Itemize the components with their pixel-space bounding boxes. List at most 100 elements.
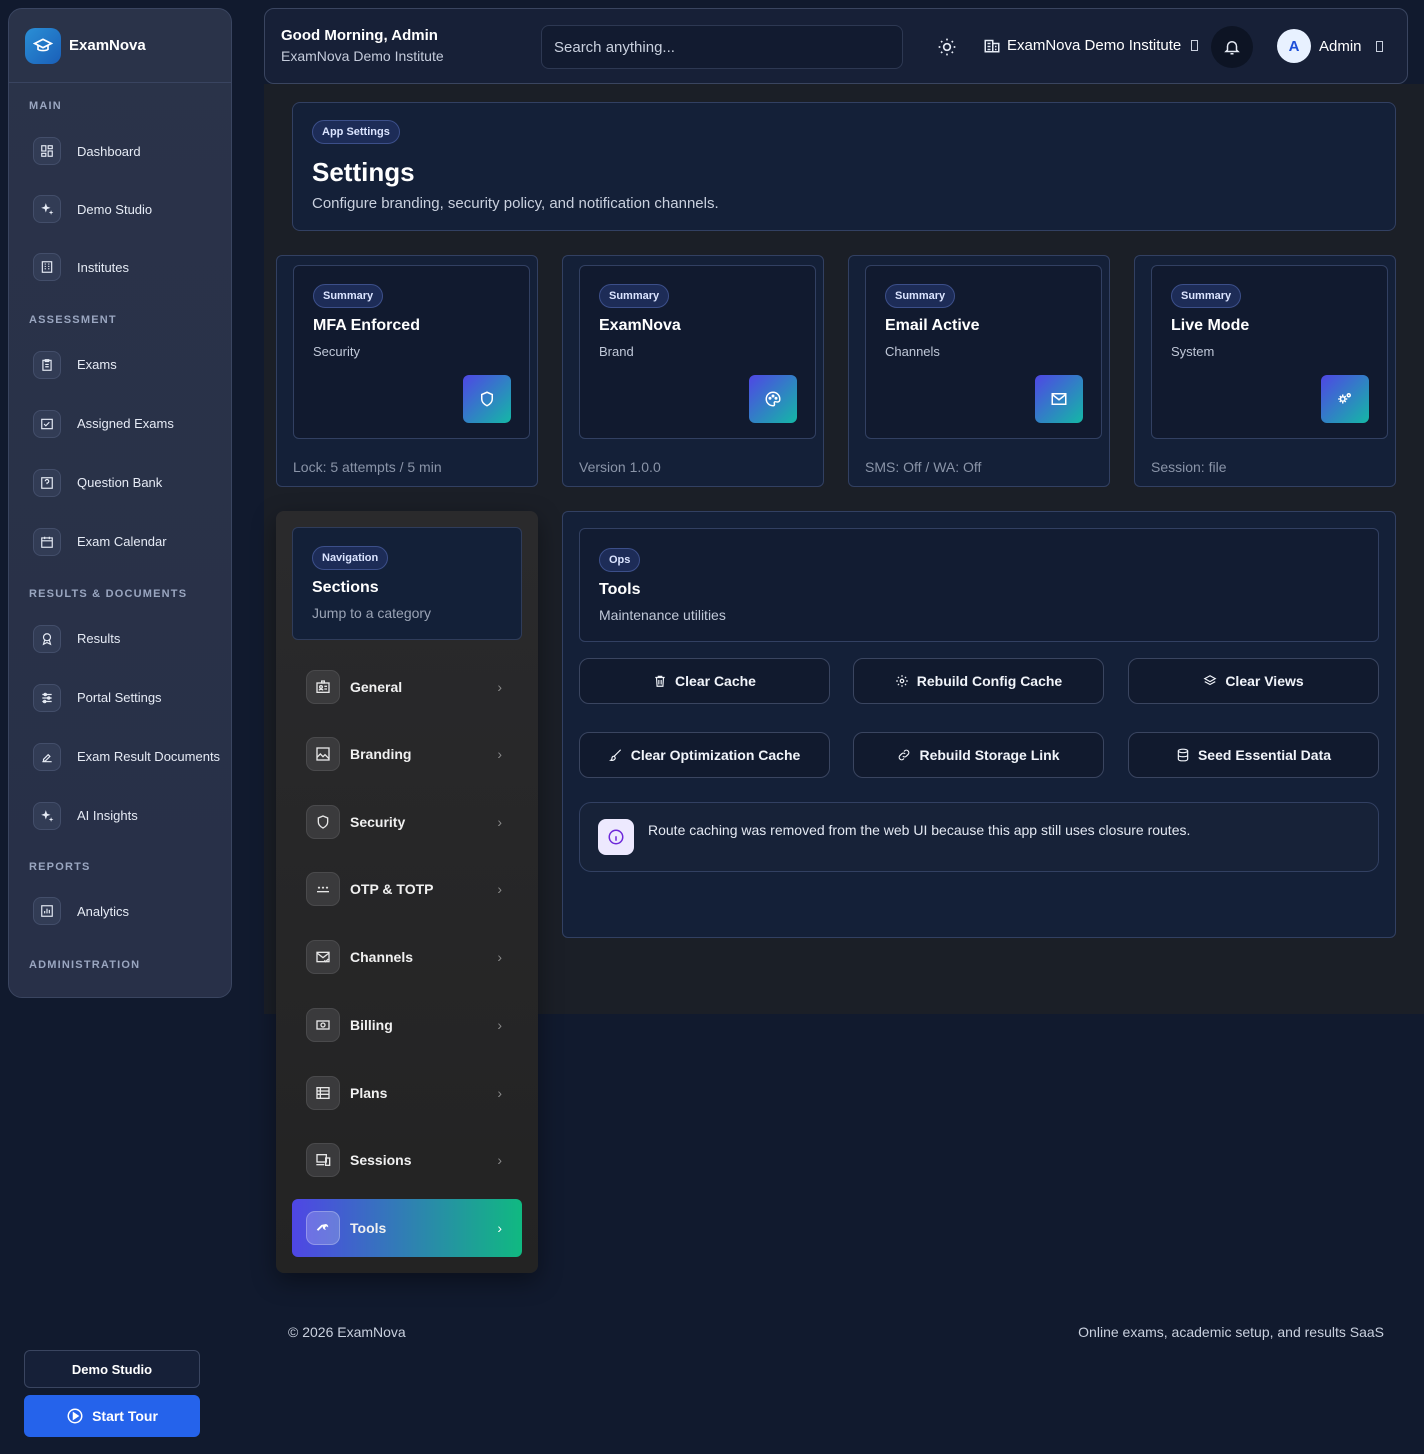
notifications-button[interactable] xyxy=(1211,26,1253,68)
password-icon xyxy=(306,872,340,906)
mail-check-icon xyxy=(306,940,340,974)
sidebar: ExamNova MAIN Dashboard Demo Studio Inst… xyxy=(8,8,232,998)
sidebar-item-exam-calendar[interactable]: Exam Calendar xyxy=(9,512,231,571)
tools-pill: Ops xyxy=(599,548,641,572)
section-item-branding[interactable]: Branding › xyxy=(292,725,522,783)
sidebar-item-label: Demo Studio xyxy=(77,201,153,217)
section-item-tools[interactable]: Tools › xyxy=(292,1199,522,1257)
sidebar-item-demo-studio[interactable]: Demo Studio xyxy=(9,180,231,238)
chevron-right-icon: › xyxy=(497,746,502,762)
clear-views-button[interactable]: Clear Views xyxy=(1128,658,1379,704)
section-item-plans[interactable]: Plans › xyxy=(292,1064,522,1122)
rebuild-config-cache-button[interactable]: Rebuild Config Cache xyxy=(853,658,1104,704)
stat-pill: Summary xyxy=(1171,284,1242,308)
stat-footer: Session: file xyxy=(1151,459,1227,475)
shield-icon xyxy=(463,375,511,423)
theme-toggle-button[interactable] xyxy=(933,33,961,61)
section-item-label: Security xyxy=(350,814,406,830)
brand[interactable]: ExamNova xyxy=(9,9,231,83)
chevron-right-icon: › xyxy=(497,881,502,897)
sidebar-item-label: Dashboard xyxy=(77,143,141,159)
start-tour-button[interactable]: Start Tour xyxy=(24,1395,200,1437)
sidebar-item-label: Exam Result Documents xyxy=(77,749,221,764)
sidebar-item-results[interactable]: Results xyxy=(9,609,231,668)
page-header: App Settings Settings Configure branding… xyxy=(292,102,1396,231)
building-icon xyxy=(33,253,61,281)
info-icon xyxy=(598,819,634,855)
chevron-right-icon: › xyxy=(497,1152,502,1168)
stat-subtitle: Channels xyxy=(885,344,940,359)
chevron-right-icon: › xyxy=(497,1017,502,1033)
sidebar-item-analytics[interactable]: Analytics xyxy=(9,882,231,940)
stat-card-system: Summary Live Mode System Session: file xyxy=(1134,255,1396,487)
stat-pill: Summary xyxy=(313,284,384,308)
clear-cache-button[interactable]: Clear Cache xyxy=(579,658,830,704)
user-menu[interactable]: A Admin xyxy=(1277,29,1383,63)
sidebar-item-exams[interactable]: Exams xyxy=(9,335,231,394)
section-item-label: Billing xyxy=(350,1017,393,1033)
demo-studio-button[interactable]: Demo Studio xyxy=(24,1350,200,1388)
gears-icon xyxy=(1321,375,1369,423)
page-subtitle: Configure branding, security policy, and… xyxy=(312,195,719,212)
info-notice: Route caching was removed from the web U… xyxy=(579,802,1379,872)
sidebar-item-label: Exam Calendar xyxy=(77,534,167,549)
sidebar-item-assigned-exams[interactable]: Assigned Exams xyxy=(9,394,231,453)
rebuild-storage-link-button[interactable]: Rebuild Storage Link xyxy=(853,732,1104,778)
id-card-icon xyxy=(306,670,340,704)
section-item-channels[interactable]: Channels › xyxy=(292,928,522,986)
tools-panel: Ops Tools Maintenance utilities Clear Ca… xyxy=(562,511,1396,938)
palette-icon xyxy=(749,375,797,423)
nav-section-reports: REPORTS xyxy=(29,861,91,873)
question-icon xyxy=(33,468,61,497)
nav-section-assessment: ASSESSMENT xyxy=(29,314,117,326)
section-item-sessions[interactable]: Sessions › xyxy=(292,1131,522,1189)
sidebar-item-label: Exams xyxy=(77,357,117,372)
stat-pill: Summary xyxy=(599,284,670,308)
devices-icon xyxy=(306,1143,340,1177)
footer-tagline: Online exams, academic setup, and result… xyxy=(1078,1324,1384,1340)
sidebar-item-ai-insights[interactable]: AI Insights xyxy=(9,786,231,845)
section-item-otp-totp[interactable]: OTP & TOTP › xyxy=(292,860,522,918)
link-icon xyxy=(899,749,910,761)
institute-selector[interactable]: ExamNova Demo Institute xyxy=(983,36,1199,54)
nav-section-administration: ADMINISTRATION xyxy=(29,959,141,971)
sliders-icon xyxy=(33,683,61,712)
bell-icon xyxy=(1224,41,1240,55)
stat-footer: Lock: 5 attempts / 5 min xyxy=(293,459,442,475)
layers-icon xyxy=(1203,675,1217,686)
search-input[interactable] xyxy=(541,25,903,69)
wrench-icon xyxy=(306,1211,340,1245)
sidebar-item-institutes[interactable]: Institutes xyxy=(9,238,231,296)
sparkle-icon xyxy=(33,801,61,830)
sidebar-item-portal-settings[interactable]: Portal Settings xyxy=(9,668,231,727)
institute-selector-label: ExamNova Demo Institute xyxy=(1007,36,1182,54)
stat-footer: Version 1.0.0 xyxy=(579,459,661,475)
section-item-billing[interactable]: Billing › xyxy=(292,996,522,1054)
section-item-general[interactable]: General › xyxy=(292,658,522,716)
stat-subtitle: Brand xyxy=(599,344,634,359)
avatar: A xyxy=(1277,29,1311,63)
sidebar-item-label: Question Bank xyxy=(77,475,163,490)
sidebar-item-exam-result-documents[interactable]: Exam Result Documents xyxy=(9,727,231,786)
chevron-right-icon: › xyxy=(497,679,502,695)
section-item-security[interactable]: Security › xyxy=(292,793,522,851)
rebuild-config-cache-label: Rebuild Config Cache xyxy=(916,673,1063,689)
clear-optimization-cache-button[interactable]: Clear Optimization Cache xyxy=(579,732,830,778)
seed-essential-data-label: Seed Essential Data xyxy=(1197,747,1332,763)
chevron-right-icon: › xyxy=(497,949,502,965)
brand-name: ExamNova xyxy=(69,37,146,54)
shield-icon xyxy=(306,805,340,839)
greeting-block: Good Morning, Admin ExamNova Demo Instit… xyxy=(281,27,444,64)
stat-card-channels: Summary Email Active Channels SMS: Off /… xyxy=(848,255,1110,487)
nav-section-results: RESULTS & DOCUMENTS xyxy=(29,588,188,600)
topbar: Good Morning, Admin ExamNova Demo Instit… xyxy=(264,8,1408,84)
sidebar-item-dashboard[interactable]: Dashboard xyxy=(9,122,231,180)
graduation-cap-icon xyxy=(25,27,61,64)
sidebar-item-question-bank[interactable]: Question Bank xyxy=(9,453,231,512)
seed-essential-data-button[interactable]: Seed Essential Data xyxy=(1128,732,1379,778)
sparkle-icon xyxy=(33,195,61,223)
footer-copyright: © 2026 ExamNova xyxy=(288,1324,406,1340)
section-item-label: Sessions xyxy=(350,1152,412,1168)
stat-pill: Summary xyxy=(885,284,956,308)
sidebar-footer: Demo Studio Start Tour xyxy=(24,1350,200,1437)
